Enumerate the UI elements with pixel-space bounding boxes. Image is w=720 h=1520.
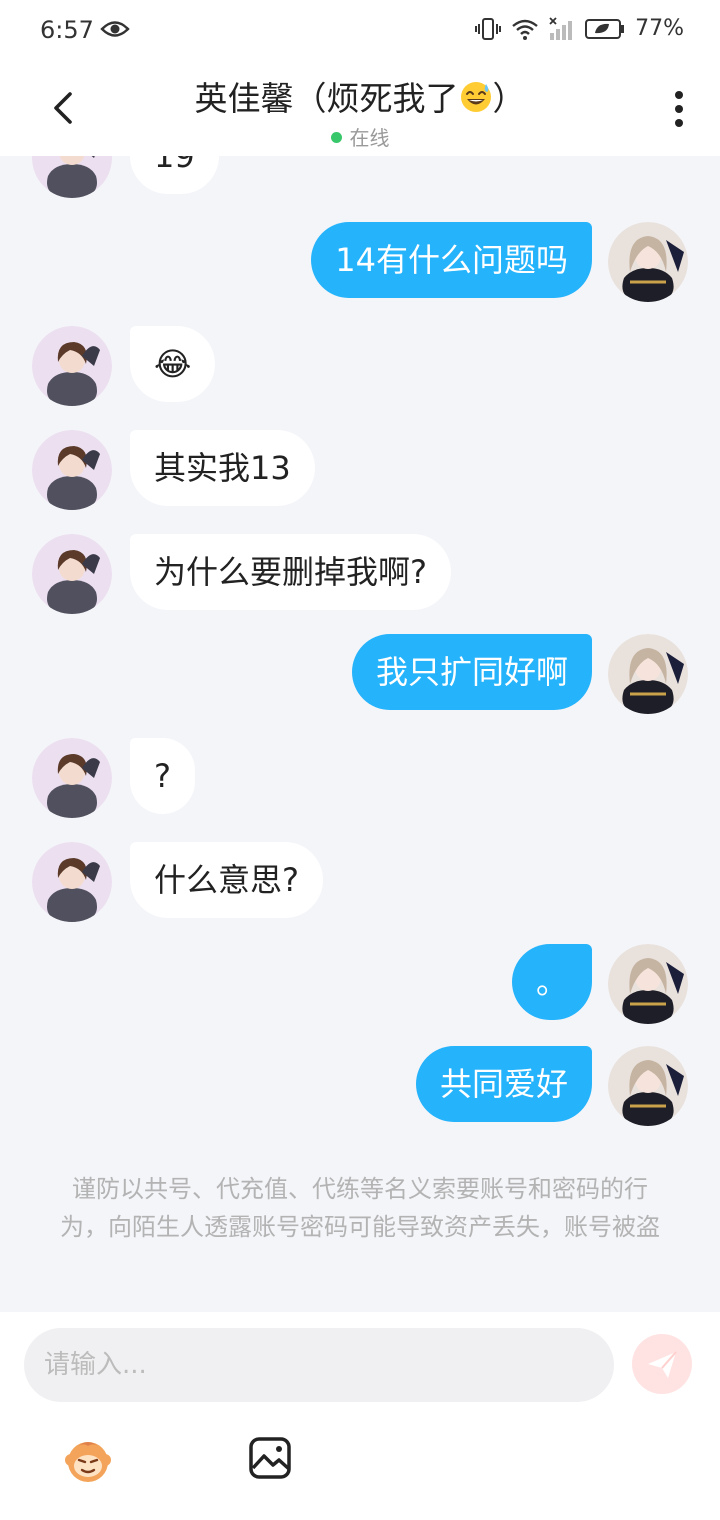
incoming-message[interactable]: 什么意思?	[130, 842, 323, 918]
sweat-smile-emoji-icon	[460, 82, 491, 112]
message-input[interactable]	[24, 1328, 614, 1402]
header-title-area: 英佳馨（烦死我了 ） 在线	[0, 72, 720, 151]
image-picker-icon[interactable]	[248, 1436, 292, 1480]
online-dot-icon	[330, 132, 342, 143]
contact-avatar[interactable]	[32, 842, 112, 922]
input-bar	[0, 1312, 720, 1520]
my-avatar[interactable]	[608, 944, 688, 1024]
contact-avatar[interactable]	[32, 156, 112, 198]
chat-header: 英佳馨（烦死我了 ） 在线	[0, 62, 720, 156]
incoming-message[interactable]: 😂	[130, 326, 216, 402]
contact-name: 英佳馨（烦死我了	[194, 79, 459, 118]
send-button[interactable]	[632, 1334, 692, 1394]
battery-level: 77%	[635, 16, 684, 41]
status-time: 6:57	[40, 16, 94, 44]
incoming-message[interactable]: 其实我13	[130, 430, 315, 506]
contact-avatar[interactable]	[32, 738, 112, 818]
vibrate-icon	[475, 17, 502, 40]
outgoing-message[interactable]: 共同爱好	[415, 1046, 592, 1122]
outgoing-message[interactable]: 14有什么问题吗	[311, 222, 592, 298]
outgoing-message[interactable]: 。	[511, 944, 592, 1020]
contact-avatar[interactable]	[32, 430, 112, 510]
message-list[interactable]: 19 14有什么问题吗 😂 其实我13 为什么要删掉我啊? 我只扩同好啊 ? 什…	[0, 156, 720, 1310]
my-avatar[interactable]	[608, 222, 688, 302]
online-status-label: 在线	[349, 126, 390, 150]
my-avatar[interactable]	[608, 634, 688, 714]
more-options-icon[interactable]	[674, 90, 684, 128]
title-closing-paren: ）	[492, 79, 526, 118]
incoming-message[interactable]: 为什么要删掉我啊?	[130, 534, 451, 610]
send-icon	[648, 1351, 677, 1378]
wifi-icon	[512, 19, 538, 40]
status-bar: 6:57 77%	[0, 0, 720, 62]
signal-icon	[549, 16, 573, 40]
battery-icon	[585, 18, 625, 39]
online-status: 在线	[0, 122, 720, 151]
emoji-sticker-icon[interactable]	[62, 1434, 114, 1486]
incoming-message[interactable]: ?	[130, 738, 195, 814]
contact-avatar[interactable]	[32, 534, 112, 614]
outgoing-message[interactable]: 我只扩同好啊	[351, 634, 592, 710]
incoming-message[interactable]: 19	[130, 156, 219, 194]
my-avatar[interactable]	[608, 1046, 688, 1126]
security-notice: 谨防以共号、代充值、代练等名义索要账号和密码的行为，向陌生人透露账号密码可能导致…	[60, 1175, 660, 1241]
contact-avatar[interactable]	[32, 326, 112, 406]
status-icons: 77%	[475, 16, 684, 41]
chat-title: 英佳馨（烦死我了 ）	[0, 72, 720, 120]
eye-icon	[100, 21, 130, 37]
